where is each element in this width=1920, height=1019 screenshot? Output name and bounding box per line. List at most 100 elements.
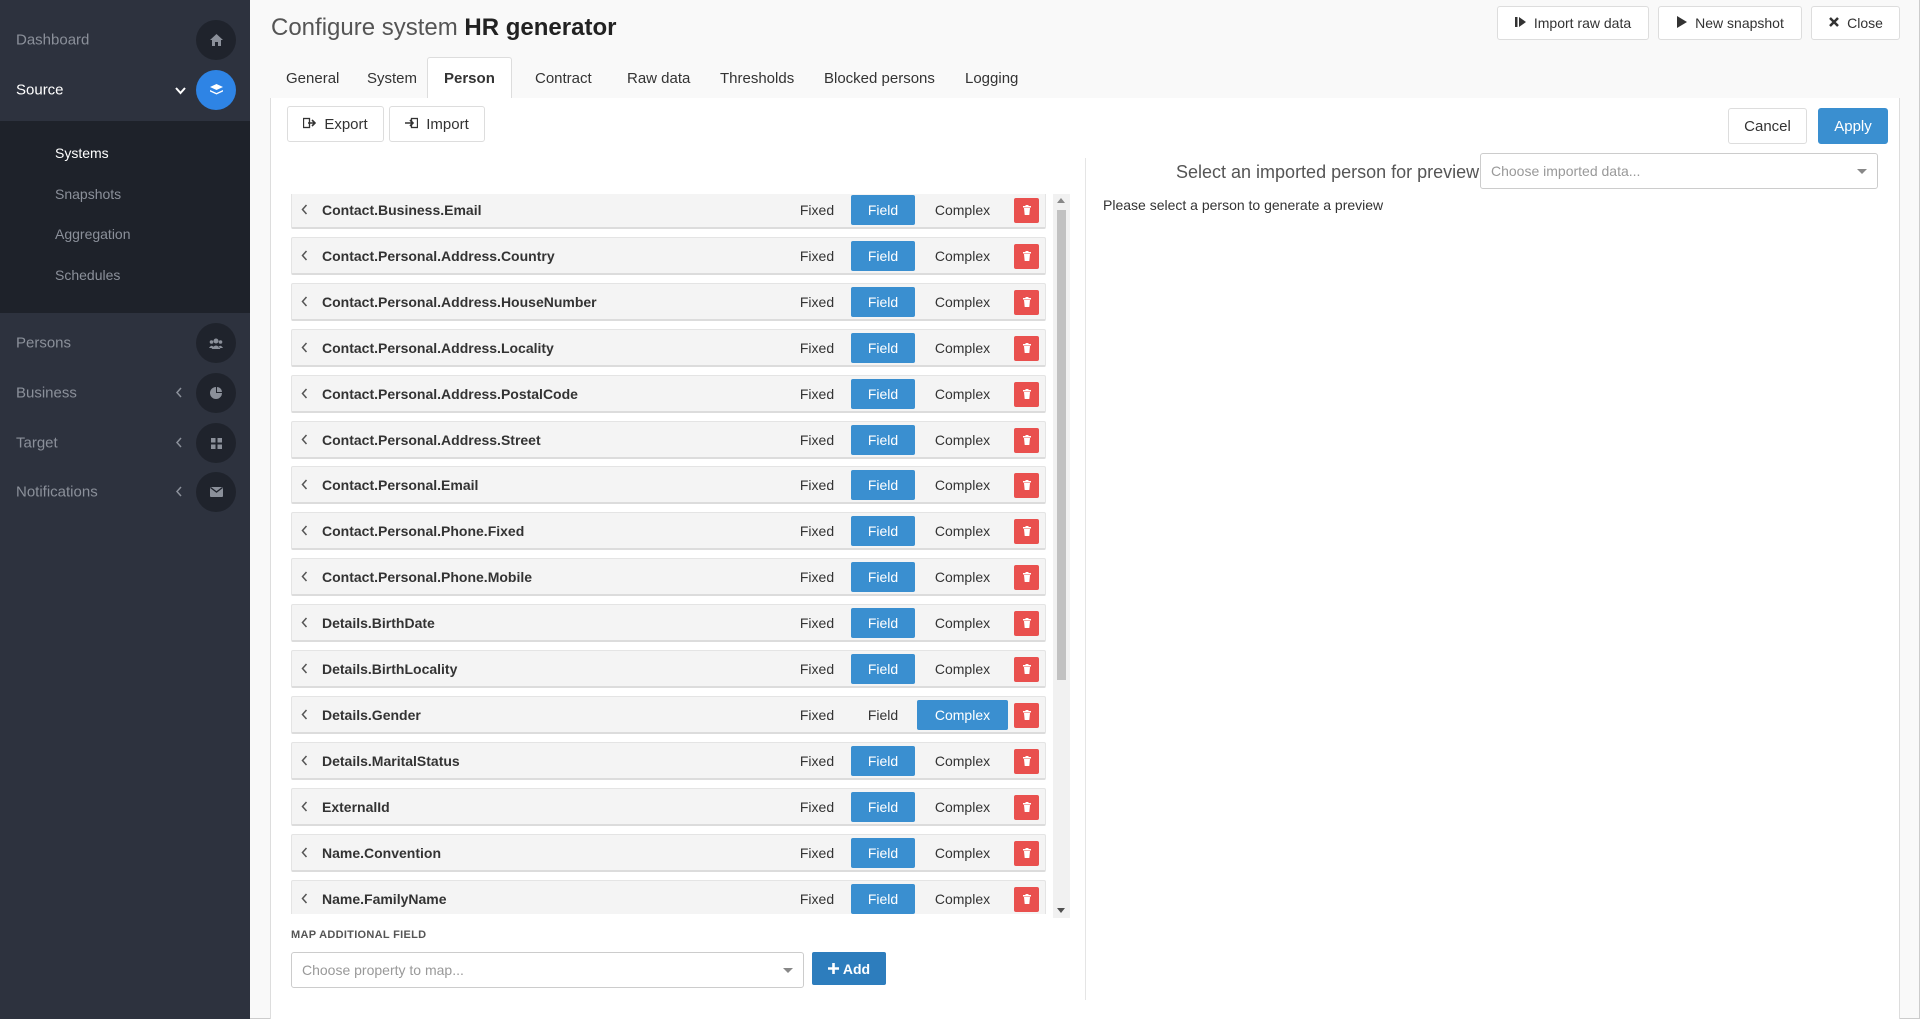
fixed-option-button[interactable]: Fixed [785,700,849,730]
field-option-button[interactable]: Field [851,700,915,730]
import-raw-data-button[interactable]: Import raw data [1497,6,1649,40]
field-mapping-list[interactable]: Contact.Business.Email Fixed Field Complex C… [291,194,1051,914]
complex-option-button[interactable]: Complex [917,379,1008,409]
delete-field-button[interactable] [1014,428,1039,453]
property-to-map-select[interactable]: Choose property to map... [291,952,804,988]
field-option-button[interactable]: Field [851,838,915,868]
fixed-option-button[interactable]: Fixed [785,287,849,317]
chevron-left-icon[interactable] [301,387,308,402]
delete-field-button[interactable] [1014,290,1039,315]
tab-contract[interactable]: Contract [519,57,608,99]
chevron-left-icon[interactable] [301,570,308,585]
complex-option-button[interactable]: Complex [917,562,1008,592]
delete-field-button[interactable] [1014,703,1039,728]
complex-option-button[interactable]: Complex [917,516,1008,546]
tab-logging[interactable]: Logging [949,57,1034,99]
delete-field-button[interactable] [1014,657,1039,682]
chevron-left-icon[interactable] [301,433,308,448]
tab-thresholds[interactable]: Thresholds [704,57,810,99]
apply-button[interactable]: Apply [1818,108,1888,144]
complex-option-button[interactable]: Complex [917,333,1008,363]
field-option-button[interactable]: Field [851,425,915,455]
delete-field-button[interactable] [1014,198,1039,223]
scroll-down-icon[interactable] [1057,908,1065,913]
scroll-up-icon[interactable] [1057,198,1065,203]
subnav-schedules[interactable]: Schedules [55,267,120,283]
delete-field-button[interactable] [1014,611,1039,636]
chevron-left-icon[interactable] [301,662,308,677]
nav-business[interactable]: Business [0,368,250,418]
add-field-button[interactable]: Add [812,952,886,985]
subnav-snapshots[interactable]: Snapshots [55,186,121,202]
nav-target[interactable]: Target [0,418,250,468]
complex-option-button[interactable]: Complex [917,470,1008,500]
delete-field-button[interactable] [1014,244,1039,269]
tab-person[interactable]: Person [427,57,512,100]
fixed-option-button[interactable]: Fixed [785,470,849,500]
fixed-option-button[interactable]: Fixed [785,562,849,592]
nav-source[interactable]: Source [0,65,250,115]
chevron-left-icon[interactable] [301,295,308,310]
delete-field-button[interactable] [1014,519,1039,544]
complex-option-button[interactable]: Complex [917,654,1008,684]
export-button[interactable]: Export [287,106,384,142]
complex-option-button[interactable]: Complex [917,700,1008,730]
field-option-button[interactable]: Field [851,195,915,225]
chevron-left-icon[interactable] [301,708,308,723]
tab-raw-data[interactable]: Raw data [611,57,706,99]
field-option-button[interactable]: Field [851,608,915,638]
fixed-option-button[interactable]: Fixed [785,195,849,225]
field-option-button[interactable]: Field [851,792,915,822]
fixed-option-button[interactable]: Fixed [785,516,849,546]
field-option-button[interactable]: Field [851,516,915,546]
complex-option-button[interactable]: Complex [917,838,1008,868]
scroll-thumb[interactable] [1057,210,1066,680]
subnav-aggregation[interactable]: Aggregation [55,226,131,242]
nav-persons[interactable]: Persons [0,318,250,368]
tab-general[interactable]: General [270,57,355,99]
delete-field-button[interactable] [1014,565,1039,590]
chevron-left-icon[interactable] [301,341,308,356]
fixed-option-button[interactable]: Fixed [785,379,849,409]
delete-field-button[interactable] [1014,841,1039,866]
fixed-option-button[interactable]: Fixed [785,333,849,363]
field-option-button[interactable]: Field [851,287,915,317]
imported-data-select[interactable]: Choose imported data... [1480,153,1878,189]
field-option-button[interactable]: Field [851,884,915,914]
delete-field-button[interactable] [1014,887,1039,912]
chevron-left-icon[interactable] [301,754,308,769]
chevron-left-icon[interactable] [301,249,308,264]
delete-field-button[interactable] [1014,795,1039,820]
fixed-option-button[interactable]: Fixed [785,654,849,684]
chevron-left-icon[interactable] [301,203,308,218]
nav-notifications[interactable]: Notifications [0,467,250,517]
complex-option-button[interactable]: Complex [917,884,1008,914]
field-option-button[interactable]: Field [851,379,915,409]
field-option-button[interactable]: Field [851,241,915,271]
chevron-left-icon[interactable] [301,800,308,815]
complex-option-button[interactable]: Complex [917,746,1008,776]
nav-dashboard[interactable]: Dashboard [0,15,250,65]
tab-blocked-persons[interactable]: Blocked persons [808,57,951,99]
chevron-left-icon[interactable] [301,616,308,631]
fixed-option-button[interactable]: Fixed [785,838,849,868]
chevron-left-icon[interactable] [301,524,308,539]
delete-field-button[interactable] [1014,336,1039,361]
delete-field-button[interactable] [1014,473,1039,498]
field-option-button[interactable]: Field [851,470,915,500]
complex-option-button[interactable]: Complex [917,425,1008,455]
fixed-option-button[interactable]: Fixed [785,608,849,638]
complex-option-button[interactable]: Complex [917,287,1008,317]
chevron-left-icon[interactable] [301,478,308,493]
fixed-option-button[interactable]: Fixed [785,746,849,776]
field-option-button[interactable]: Field [851,746,915,776]
field-list-scrollbar[interactable] [1053,194,1070,918]
delete-field-button[interactable] [1014,382,1039,407]
new-snapshot-button[interactable]: New snapshot [1658,6,1802,40]
complex-option-button[interactable]: Complex [917,792,1008,822]
complex-option-button[interactable]: Complex [917,195,1008,225]
cancel-button[interactable]: Cancel [1728,108,1807,144]
chevron-left-icon[interactable] [301,892,308,907]
fixed-option-button[interactable]: Fixed [785,884,849,914]
subnav-systems[interactable]: Systems [55,145,109,161]
